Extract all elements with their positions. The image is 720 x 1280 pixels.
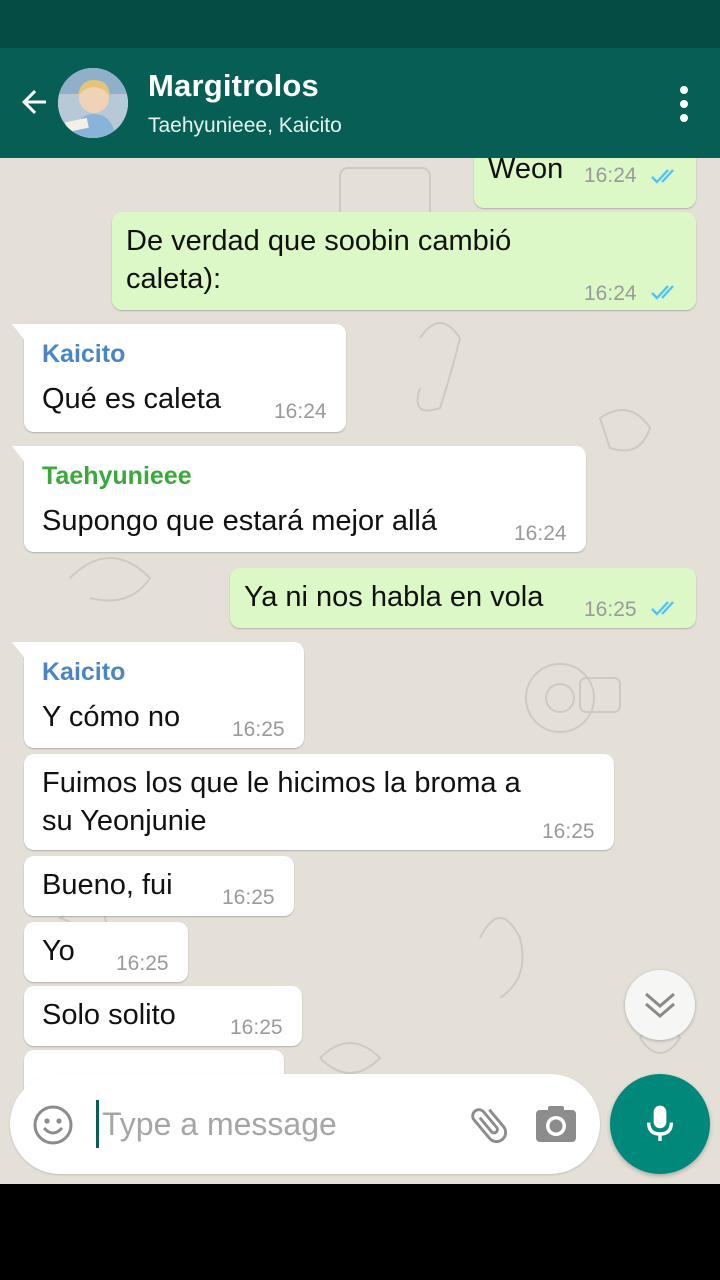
message-time: 16:24 — [274, 400, 327, 423]
back-button[interactable] — [12, 80, 56, 124]
message-bubble-outgoing[interactable]: De verdad que soobin cambió caleta): 16:… — [112, 212, 696, 310]
message-time: 16:25 — [116, 952, 169, 975]
more-options-button[interactable] — [674, 84, 694, 124]
message-time: 16:25 — [232, 718, 285, 741]
message-text: Yo — [42, 935, 75, 967]
message-time: 16:24 — [514, 522, 567, 545]
paperclip-icon — [471, 1108, 508, 1143]
message-input[interactable] — [102, 1096, 382, 1152]
status-bar — [0, 0, 720, 48]
group-avatar[interactable] — [58, 68, 128, 138]
message-bubble-outgoing[interactable]: Weon 16:24 — [474, 158, 696, 208]
message-list[interactable]: Weon 16:24 De verdad que soobin cambió c… — [0, 158, 720, 1184]
message-bubble-incoming[interactable]: Yo 16:25 — [24, 922, 188, 982]
message-text: Qué es caleta — [42, 383, 221, 415]
chat-title: Margitrolos — [148, 68, 319, 103]
message-time: 16:25 — [230, 1016, 283, 1039]
sender-name[interactable]: Taehyunieee — [42, 462, 192, 491]
voice-record-button[interactable] — [610, 1074, 710, 1174]
more-vert-icon — [680, 86, 688, 94]
sender-name[interactable]: Kaicito — [42, 340, 125, 369]
chat-participants: Taehyunieee, Kaicito — [148, 114, 342, 137]
message-text-line-1: De verdad que soobin cambió — [126, 225, 512, 257]
message-bubble-incoming[interactable]: Kaicito Y cómo no 16:25 — [12, 642, 304, 748]
emoji-button[interactable] — [32, 1104, 74, 1146]
text-cursor — [96, 1100, 99, 1148]
chat-header: Margitrolos Taehyunieee, Kaicito — [0, 48, 720, 158]
read-ticks-icon — [651, 285, 674, 300]
chevron-double-down-icon — [645, 992, 675, 1018]
system-navigation-bar — [0, 1184, 720, 1280]
message-text: Solo solito — [42, 999, 176, 1031]
camera-button[interactable] — [534, 1104, 578, 1144]
message-time: 16:24 — [584, 282, 637, 305]
message-time: 16:25 — [222, 886, 275, 909]
message-text: Ya ni nos habla en vola — [244, 581, 544, 613]
message-text-line-2: su Yeonjunie — [42, 805, 207, 837]
message-bubble-incoming[interactable]: Kaicito Qué es caleta 16:24 — [12, 324, 346, 432]
message-bubble-incoming[interactable]: Taehyunieee Supongo que estará mejor all… — [12, 446, 586, 552]
message-text-line-1: Fuimos los que le hicimos la broma a — [42, 767, 521, 799]
emoji-icon — [33, 1105, 73, 1145]
read-ticks-icon — [651, 169, 674, 184]
message-time: 16:24 — [584, 164, 637, 187]
message-bubble-incoming[interactable]: Fuimos los que le hicimos la broma a su … — [24, 754, 614, 850]
arrow-left-icon — [22, 90, 46, 114]
message-text: Supongo que estará mejor allá — [42, 505, 437, 537]
scroll-to-bottom-button[interactable] — [625, 970, 695, 1040]
message-time: 16:25 — [584, 598, 637, 621]
message-composer — [10, 1074, 600, 1174]
sender-name[interactable]: Kaicito — [42, 658, 125, 687]
message-text: Weon — [488, 158, 564, 185]
camera-icon — [536, 1106, 576, 1142]
message-text: Y cómo no — [42, 701, 181, 733]
message-time: 16:25 — [542, 820, 595, 843]
message-bubble-incoming[interactable]: Solo solito 16:25 — [24, 986, 302, 1046]
attach-button[interactable] — [466, 1102, 512, 1148]
message-bubble-incoming[interactable]: Bueno, fui 16:25 — [24, 856, 294, 916]
chat-title-block[interactable]: Margitrolos Taehyunieee, Kaicito — [148, 68, 342, 138]
mic-icon — [646, 1105, 674, 1141]
message-text: Bueno, fui — [42, 869, 173, 901]
message-text-line-2: caleta): — [126, 263, 222, 295]
message-bubble-outgoing[interactable]: Ya ni nos habla en vola 16:25 — [230, 568, 696, 628]
read-ticks-icon — [651, 601, 674, 616]
